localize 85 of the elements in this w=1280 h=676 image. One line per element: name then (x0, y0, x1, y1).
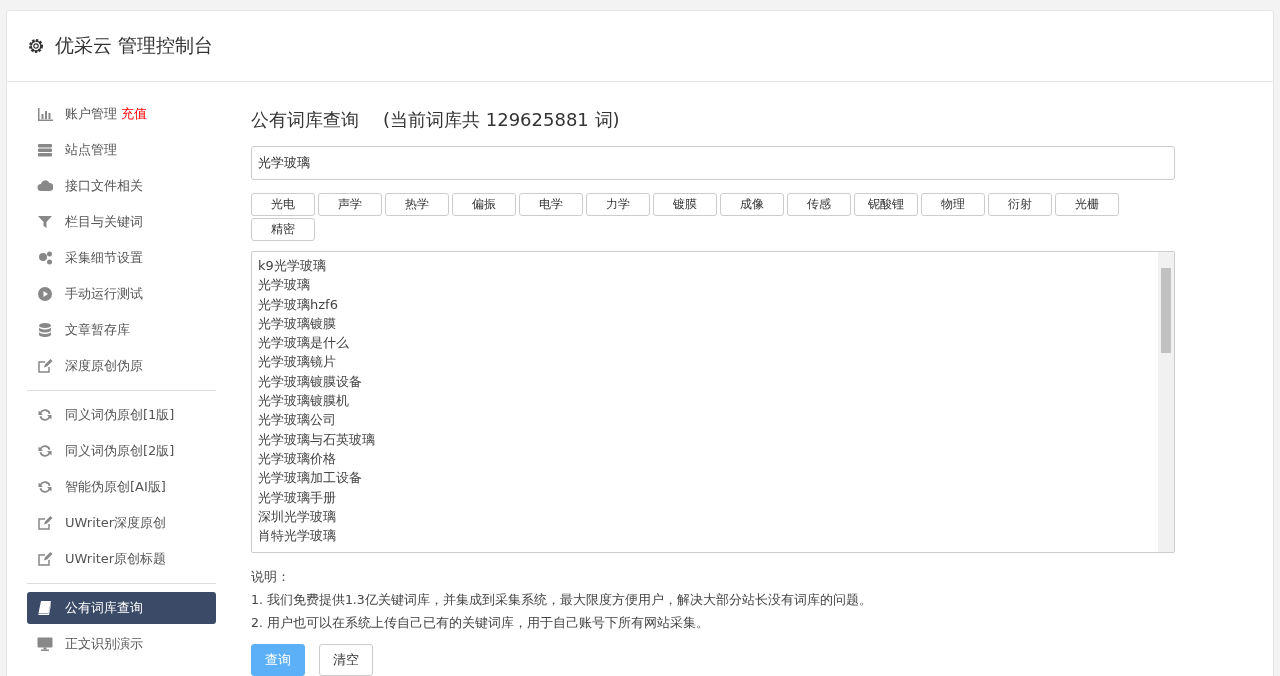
database-icon (37, 322, 53, 338)
refresh-icon (37, 479, 53, 495)
result-item[interactable]: 肖特光学玻璃 (258, 526, 1152, 546)
sidebar-item[interactable]: 站点管理 (27, 134, 216, 166)
result-item[interactable]: 光学玻璃加工设备 (258, 468, 1152, 488)
sidebar-item[interactable]: 手动运行测试 (27, 278, 216, 310)
sidebar-label: 深度原创伪原 (65, 357, 143, 375)
sidebar-item[interactable]: UWriter原创标题 (27, 543, 216, 575)
sidebar-item[interactable]: 账户管理 充值 (27, 98, 216, 130)
result-item[interactable]: 光学玻璃是什么 (258, 333, 1152, 353)
tag-button[interactable]: 成像 (720, 193, 784, 216)
server-icon (37, 142, 53, 158)
sidebar-item[interactable]: 公有词库查询 (27, 592, 216, 624)
book-icon (37, 600, 53, 616)
sidebar-item[interactable]: 同义词伪原创[2版] (27, 435, 216, 467)
sidebar-label: 站点管理 (65, 141, 117, 159)
result-item[interactable]: 光学玻璃手册 (258, 487, 1152, 507)
result-item[interactable]: 光学玻璃hzf6 (258, 294, 1152, 314)
tag-button[interactable]: 光栅 (1055, 193, 1119, 216)
sidebar-label: 手动运行测试 (65, 285, 143, 303)
refresh-icon (37, 443, 53, 459)
refresh-icon (37, 407, 53, 423)
app-title: 优采云 管理控制台 (55, 33, 214, 58)
bar-chart-icon (37, 106, 53, 122)
sidebar-label: UWriter原创标题 (65, 550, 167, 568)
notes-heading: 说明： (251, 568, 291, 586)
sidebar-label: 账户管理 (65, 105, 117, 123)
settings-icon (27, 37, 45, 55)
result-item[interactable]: 光学玻璃镀膜 (258, 313, 1152, 334)
tag-button[interactable]: 铌酸锂 (854, 193, 918, 216)
sidebar-label: 正文识别演示 (65, 635, 143, 653)
sidebar-label: 公有词库查询 (65, 599, 143, 617)
note-text: 2. 用户也可以在系统上传自己已有的关键词库，用于自己账号下所有网站采集。 (251, 614, 710, 632)
sidebar-label: 采集细节设置 (65, 249, 143, 267)
tag-button[interactable]: 传感 (787, 193, 851, 216)
keyword-input[interactable]: 光学玻璃 (251, 146, 1175, 180)
edit-icon (37, 551, 53, 567)
result-item[interactable]: 光学玻璃与石英玻璃 (258, 429, 1152, 449)
tag-button[interactable]: 精密 (251, 218, 315, 241)
sidebar-item[interactable]: 栏目与关键词 (27, 206, 216, 238)
tag-button[interactable]: 力学 (586, 193, 650, 216)
monitor-icon (37, 636, 53, 652)
sidebar-label: 文章暂存库 (65, 321, 130, 339)
recharge-link[interactable]: 充值 (121, 105, 147, 123)
sidebar-label: 智能伪原创[AI版] (65, 478, 166, 496)
result-item[interactable]: 光学玻璃镜片 (258, 352, 1152, 372)
note-text: 1. 我们免费提供1.3亿关键词库，并集成到采集系统，最大限度方便用户，解决大部分站长没有词库的问题。 (251, 591, 873, 609)
tag-button[interactable]: 电学 (519, 193, 583, 216)
sidebar-label: UWriter深度原创 (65, 514, 167, 532)
sidebar-label: 同义词伪原创[1版] (65, 406, 175, 424)
sidebar-item[interactable]: 正文识别演示 (27, 628, 216, 660)
edit-icon (37, 358, 53, 374)
clear-button[interactable]: 清空 (319, 644, 373, 676)
result-item[interactable]: 光学玻璃价格 (258, 448, 1152, 469)
sidebar-item[interactable]: 深度原创伪原 (27, 350, 216, 382)
tag-button[interactable]: 热学 (385, 193, 449, 216)
tag-button[interactable]: 衍射 (988, 193, 1052, 216)
sidebar-label: 同义词伪原创[2版] (65, 442, 175, 460)
tag-button[interactable]: 偏振 (452, 193, 516, 216)
sidebar-label: 栏目与关键词 (65, 213, 143, 231)
cloud-upload-icon (37, 178, 53, 194)
tag-button[interactable]: 物理 (921, 193, 985, 216)
tag-button[interactable]: 光电 (251, 193, 315, 216)
result-item[interactable]: 光学玻璃 (258, 275, 1152, 295)
result-item[interactable]: 光学玻璃镀膜机 (258, 391, 1152, 411)
result-item[interactable]: k9光学玻璃 (258, 256, 1152, 276)
result-item[interactable]: 光学玻璃镀膜设备 (258, 371, 1152, 392)
tag-button[interactable]: 声学 (318, 193, 382, 216)
page-title: 公有词库查询 (251, 108, 359, 132)
results-listbox[interactable]: k9光学玻璃 光学玻璃 光学玻璃hzf6 光学玻璃镀膜 光学玻璃是什么 光学玻璃镜片 光学玻璃镀膜设备 光学玻璃镀膜机 光学玻璃公司 光学玻璃与石英玻璃 光学玻璃价格 光学玻璃加工设备 光学玻璃手册 深圳光学玻璃 肖特光学玻璃 (251, 251, 1175, 553)
sidebar-item[interactable]: 智能伪原创[AI版] (27, 471, 216, 503)
filter-icon (37, 214, 53, 230)
scrollbar[interactable] (1158, 252, 1174, 552)
tag-button[interactable]: 镀膜 (653, 193, 717, 216)
sidebar-item[interactable]: 同义词伪原创[1版] (27, 399, 216, 431)
sidebar-item[interactable]: 文章暂存库 (27, 314, 216, 346)
edit-icon (37, 515, 53, 531)
sidebar-item[interactable]: UWriter深度原创 (27, 507, 216, 539)
word-count: (当前词库共 129625881 词) (383, 108, 620, 132)
sidebar-item[interactable]: 采集细节设置 (27, 242, 216, 274)
sidebar-item[interactable]: 接口文件相关 (27, 170, 216, 202)
result-item[interactable]: 光学玻璃公司 (258, 410, 1152, 430)
sidebar-label: 接口文件相关 (65, 177, 143, 195)
play-icon (37, 286, 53, 302)
result-item[interactable]: 深圳光学玻璃 (258, 506, 1152, 527)
